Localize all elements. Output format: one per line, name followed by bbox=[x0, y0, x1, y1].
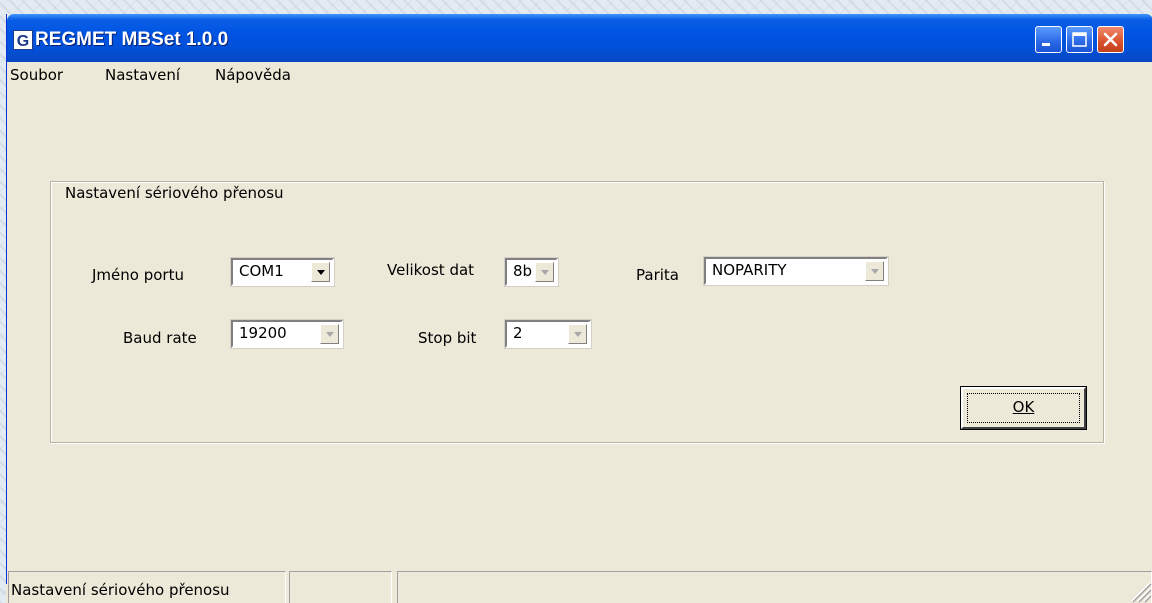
port-name-label: Jméno portu bbox=[92, 266, 184, 284]
data-size-label: Velikost dat bbox=[387, 261, 475, 279]
parity-value: NOPARITY bbox=[712, 261, 787, 279]
maximize-icon bbox=[1072, 32, 1087, 47]
data-size-dropdown-button[interactable] bbox=[535, 262, 554, 282]
chevron-down-icon bbox=[316, 270, 325, 275]
status-panel-3 bbox=[397, 571, 1152, 603]
parity-combo[interactable]: NOPARITY bbox=[703, 256, 889, 286]
stop-bit-value: 2 bbox=[513, 324, 523, 342]
chevron-down-icon bbox=[573, 332, 582, 337]
ok-button-label: OK bbox=[1012, 398, 1035, 416]
close-button[interactable] bbox=[1097, 26, 1124, 53]
stop-bit-label: Stop bit bbox=[418, 329, 477, 347]
port-name-value: COM1 bbox=[239, 262, 284, 280]
minimize-icon bbox=[1042, 43, 1050, 46]
menu-soubor[interactable]: Soubor bbox=[10, 66, 63, 84]
ok-button[interactable]: OK bbox=[960, 386, 1087, 430]
status-text: Nastavení sériového přenosu bbox=[11, 581, 230, 599]
baud-rate-label: Baud rate bbox=[123, 329, 197, 347]
close-icon bbox=[1103, 32, 1118, 47]
status-panel-1: Nastavení sériového přenosu bbox=[8, 571, 286, 603]
chevron-down-icon bbox=[870, 269, 879, 274]
menu-napoveda[interactable]: Nápověda bbox=[215, 66, 291, 84]
status-panel-2 bbox=[289, 571, 392, 603]
baud-rate-value: 19200 bbox=[239, 324, 287, 342]
data-size-value: 8b bbox=[513, 262, 533, 280]
maximize-button[interactable] bbox=[1066, 26, 1093, 53]
menu-bar: Soubor Nastavení Nápověda bbox=[7, 62, 1152, 88]
stop-bit-combo[interactable]: 2 bbox=[504, 319, 592, 349]
chevron-down-icon bbox=[325, 332, 334, 337]
group-title: Nastavení sériového přenosu bbox=[63, 184, 286, 202]
title-bar[interactable]: G REGMET MBSet 1.0.0 bbox=[7, 14, 1152, 62]
resize-grip-icon[interactable] bbox=[1128, 575, 1152, 603]
app-logo-icon[interactable]: G bbox=[13, 30, 33, 50]
app-logo-letter: G bbox=[17, 33, 29, 49]
port-name-dropdown-button[interactable] bbox=[311, 262, 330, 282]
parity-label: Parita bbox=[636, 266, 679, 284]
baud-rate-dropdown-button[interactable] bbox=[320, 324, 339, 344]
menu-nastaveni[interactable]: Nastavení bbox=[105, 66, 180, 84]
port-name-combo[interactable]: COM1 bbox=[230, 257, 335, 287]
minimize-button[interactable] bbox=[1035, 26, 1062, 53]
data-size-combo[interactable]: 8b bbox=[504, 257, 559, 287]
baud-rate-combo[interactable]: 19200 bbox=[230, 319, 344, 349]
window-title: REGMET MBSet 1.0.0 bbox=[35, 29, 229, 50]
parity-dropdown-button[interactable] bbox=[865, 261, 884, 281]
serial-settings-group bbox=[50, 181, 1104, 443]
chevron-down-icon bbox=[540, 270, 549, 275]
stop-bit-dropdown-button[interactable] bbox=[568, 324, 587, 344]
